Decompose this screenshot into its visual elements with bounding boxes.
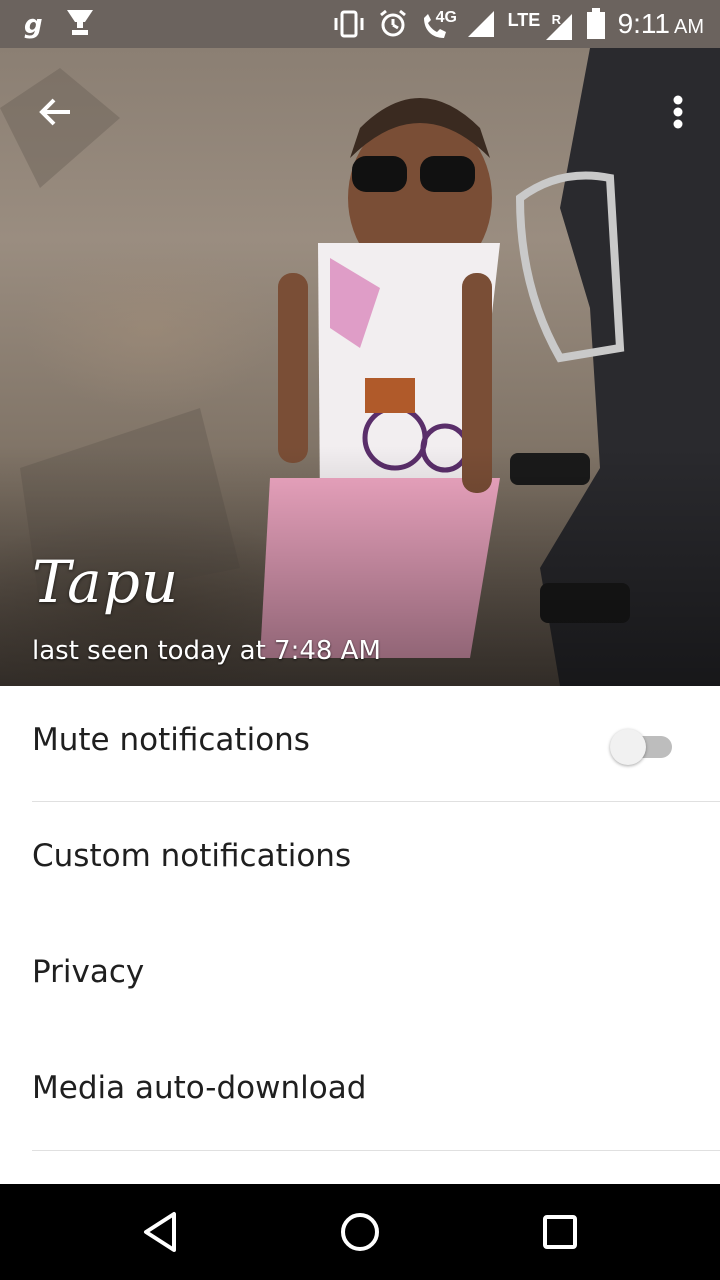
nav-back-button[interactable] — [132, 1208, 188, 1256]
network-4g-label: 4G — [435, 8, 457, 26]
privacy-label: Privacy — [32, 954, 145, 990]
battery-icon — [586, 7, 606, 44]
status-time: 9:11 AM — [618, 6, 704, 45]
more-options-button[interactable] — [658, 84, 698, 140]
privacy-row[interactable]: Privacy — [0, 918, 720, 1034]
status-left-icons: g — [24, 8, 97, 42]
custom-notifications-row[interactable]: Custom notifications — [0, 802, 720, 918]
custom-notifications-label: Custom notifications — [32, 838, 352, 874]
contact-name: Tapu — [32, 548, 180, 616]
g-logo-icon: g — [24, 10, 43, 40]
back-button[interactable] — [32, 88, 80, 136]
divider — [32, 1150, 720, 1151]
status-right-icons: 4G LTE R 9:11 AM — [332, 6, 704, 45]
home-circle-icon — [341, 1213, 379, 1251]
status-time-ampm: AM — [674, 16, 704, 38]
status-time-value: 9:11 — [617, 8, 670, 39]
lte-signal-icon: LTE R — [508, 10, 574, 42]
nav-home-button[interactable] — [332, 1208, 388, 1256]
mute-notifications-toggle[interactable] — [610, 728, 674, 765]
trophy-icon — [63, 8, 97, 42]
alarm-icon — [378, 9, 408, 43]
media-auto-download-label: Media auto-download — [32, 1070, 367, 1106]
nav-recents-button[interactable] — [532, 1208, 588, 1256]
status-bar: g 4G LTE R 9:11 AM — [0, 0, 720, 48]
last-seen-status: last seen today at 7:48 AM — [32, 636, 381, 666]
vibrate-icon — [332, 9, 366, 43]
signal-icon — [466, 9, 496, 43]
mute-notifications-row[interactable]: Mute notifications — [0, 686, 720, 802]
contact-header: Tapu last seen today at 7:48 AM — [0, 48, 720, 686]
system-nav-bar — [0, 1184, 720, 1280]
toggle-thumb — [610, 729, 646, 765]
arrow-left-icon — [39, 98, 70, 126]
media-auto-download-row[interactable]: Media auto-download — [0, 1034, 720, 1150]
more-vert-icon — [673, 95, 683, 129]
volte-call-icon: 4G — [420, 8, 457, 42]
mute-notifications-label: Mute notifications — [32, 722, 310, 758]
recents-square-icon — [543, 1215, 577, 1249]
back-triangle-icon — [144, 1212, 176, 1252]
contact-settings-list: Mute notifications Custom notifications … — [0, 686, 720, 1184]
network-lte-label: LTE — [507, 9, 541, 30]
